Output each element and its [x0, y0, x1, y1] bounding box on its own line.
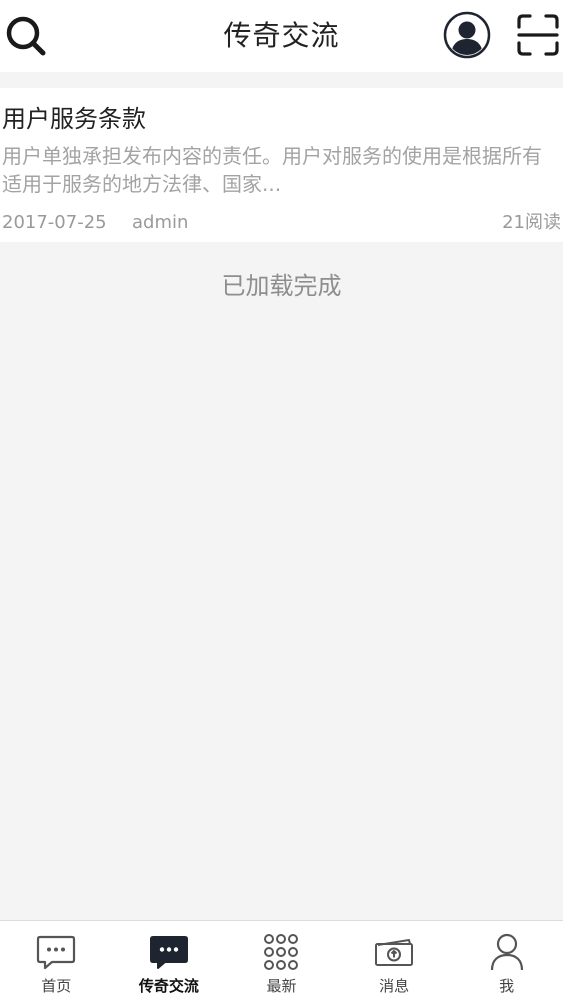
tab-label: 我: [499, 977, 515, 995]
money-bill-icon: [375, 939, 414, 966]
user-avatar-button[interactable]: [443, 11, 491, 59]
chat-bubble-filled-icon: [149, 936, 188, 969]
app-screen: 传奇交流 用户服务条款 用户单独承担发布内容的责任。用户对服务的使用是根据所有适…: [0, 0, 563, 1000]
user-avatar-icon: [443, 11, 491, 59]
tab-me[interactable]: 我: [450, 921, 563, 1000]
tab-messages[interactable]: 消息: [338, 921, 451, 1000]
post-summary: 用户单独承担发布内容的责任。用户对服务的使用是根据所有适用于服务的地方法律、国家…: [2, 144, 542, 196]
load-complete-status: 已加载完成: [221, 272, 342, 300]
scan-icon: [517, 14, 559, 56]
tab-label: 消息: [379, 977, 410, 995]
bottom-tab-bar: 首页 传奇交流 最新 消息 我: [0, 920, 563, 1000]
post-read-count: 21阅读: [502, 212, 561, 233]
top-bar: 传奇交流: [0, 0, 563, 72]
post-date: 2017-07-25: [2, 212, 107, 233]
post-author: admin: [132, 212, 189, 233]
post-card[interactable]: 用户服务条款 用户单独承担发布内容的责任。用户对服务的使用是根据所有适用于服务的…: [0, 88, 563, 242]
post-title[interactable]: 用户服务条款: [2, 102, 146, 136]
tab-label: 最新: [266, 977, 297, 995]
post-meta: 2017-07-25 admin 21阅读: [2, 210, 561, 236]
tab-label: 首页: [41, 977, 72, 995]
person-outline-icon: [490, 933, 523, 971]
scan-button[interactable]: [515, 12, 561, 58]
tab-latest[interactable]: 最新: [225, 921, 338, 1000]
tab-label: 传奇交流: [138, 977, 199, 995]
tab-legend-chat[interactable]: 传奇交流: [113, 921, 226, 1000]
dot-grid-icon: [264, 934, 299, 970]
tab-home[interactable]: 首页: [0, 921, 113, 1000]
chat-bubble-outline-icon: [37, 935, 76, 970]
